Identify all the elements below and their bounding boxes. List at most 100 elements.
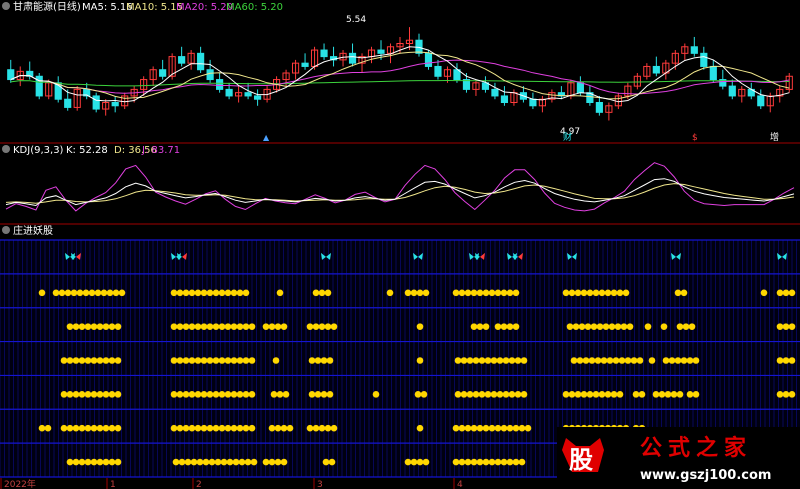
signal-dot	[616, 289, 624, 297]
signal-dot	[508, 391, 516, 398]
signal-dot	[176, 357, 184, 364]
signal-dot	[782, 391, 790, 398]
signal-dot	[626, 323, 634, 330]
signal-dot	[218, 424, 226, 432]
signal-dot	[200, 424, 208, 432]
signal-dot	[618, 357, 626, 364]
candle-body	[690, 46, 698, 54]
signal-dot	[590, 323, 598, 330]
signal-dot	[280, 458, 288, 466]
signal-dot	[586, 391, 594, 398]
signal-dot	[38, 289, 46, 297]
signal-dot	[460, 357, 468, 364]
signal-dot	[170, 391, 178, 398]
signal-dot	[330, 424, 338, 432]
signal-dot	[178, 458, 186, 466]
signal-dot	[176, 289, 184, 297]
candle-body	[92, 95, 100, 110]
signal-dot	[776, 357, 784, 364]
signal-dot	[688, 323, 696, 330]
signal-dot	[84, 458, 92, 466]
signal-dot	[452, 289, 460, 297]
signal-dot	[686, 357, 694, 364]
signal-dot	[94, 289, 102, 297]
signal-dot	[776, 323, 784, 330]
price-header: 甘肃能源(日线) MA5: 5.16 MA10: 5.15 MA20: 5.20…	[2, 0, 283, 13]
date-label: 3	[317, 480, 323, 489]
price-panel[interactable]	[7, 27, 793, 121]
signal-dot	[582, 357, 590, 364]
candle-body	[244, 92, 252, 97]
signal-dot	[176, 391, 184, 398]
marker-zeng[interactable]: 增	[770, 131, 779, 143]
collapse-icon[interactable]	[2, 226, 10, 234]
date-axis: 2022年 1 2 3 4	[0, 478, 463, 489]
candle-body	[348, 52, 357, 64]
signal-dot	[280, 323, 288, 330]
candle-body	[159, 69, 167, 77]
signal-dot	[506, 458, 514, 466]
kdj-panel[interactable]	[5, 162, 795, 212]
marker-cai[interactable]: 财	[563, 131, 572, 143]
signal-dot	[112, 289, 120, 297]
candle-body	[206, 69, 214, 81]
signal-dot	[102, 391, 110, 398]
signal-dot	[686, 391, 694, 398]
signal-dot	[188, 424, 196, 432]
signal-dot	[114, 458, 122, 466]
signal-dot	[200, 289, 208, 297]
signal-dot	[268, 424, 276, 432]
signal-dot	[576, 357, 584, 364]
signal-dot	[494, 458, 502, 466]
signal-dot	[506, 323, 514, 330]
signal-dot	[262, 458, 270, 466]
signal-dot	[224, 357, 232, 364]
signal-dot	[470, 458, 478, 466]
signal-dot	[494, 323, 502, 330]
collapse-icon[interactable]	[2, 2, 10, 10]
signal-dot	[372, 391, 380, 398]
signal-dot	[598, 289, 606, 297]
signal-dot	[212, 424, 220, 432]
signal-dot	[66, 424, 74, 432]
signal-dot	[236, 391, 244, 398]
signal-name: 庄进妖股	[13, 224, 53, 237]
signal-dot	[60, 424, 68, 432]
signal-dot	[44, 424, 52, 432]
event-triangle-icon[interactable]: ▲	[263, 133, 270, 142]
signal-dot	[326, 357, 334, 364]
date-label: 1	[110, 480, 116, 489]
signal-dot	[224, 391, 232, 398]
signal-dot	[226, 458, 234, 466]
signal-dot	[118, 289, 126, 297]
signal-dot	[512, 424, 520, 432]
signal-dot	[788, 391, 796, 398]
signal-dot	[328, 458, 336, 466]
kdj-header: KDJ(9,3,3) K: 52.28 D: 36.56 J: 83.71	[2, 145, 180, 156]
signal-dot	[242, 323, 250, 330]
signal-dot	[470, 323, 478, 330]
signal-dot	[416, 424, 424, 432]
signal-dot	[188, 289, 196, 297]
signal-dot	[660, 323, 668, 330]
candle-body	[500, 95, 509, 103]
candle-body	[576, 82, 584, 94]
signal-dot	[476, 289, 484, 297]
signal-dot	[82, 289, 90, 297]
collapse-icon[interactable]	[2, 145, 10, 153]
signal-dot	[184, 458, 192, 466]
signal-dot	[38, 424, 46, 432]
marker-dollar[interactable]: $	[692, 133, 698, 143]
signal-dot	[206, 424, 214, 432]
signal-dot	[170, 357, 178, 364]
signal-dot	[312, 289, 320, 297]
signal-dot	[188, 391, 196, 398]
signal-dot	[330, 323, 338, 330]
candle-body	[216, 79, 224, 90]
signal-dot	[472, 391, 480, 398]
signal-dot	[220, 458, 228, 466]
signal-dot	[188, 323, 196, 330]
signal-dot	[318, 289, 326, 297]
candle-body	[529, 98, 537, 107]
signal-dot	[586, 289, 594, 297]
